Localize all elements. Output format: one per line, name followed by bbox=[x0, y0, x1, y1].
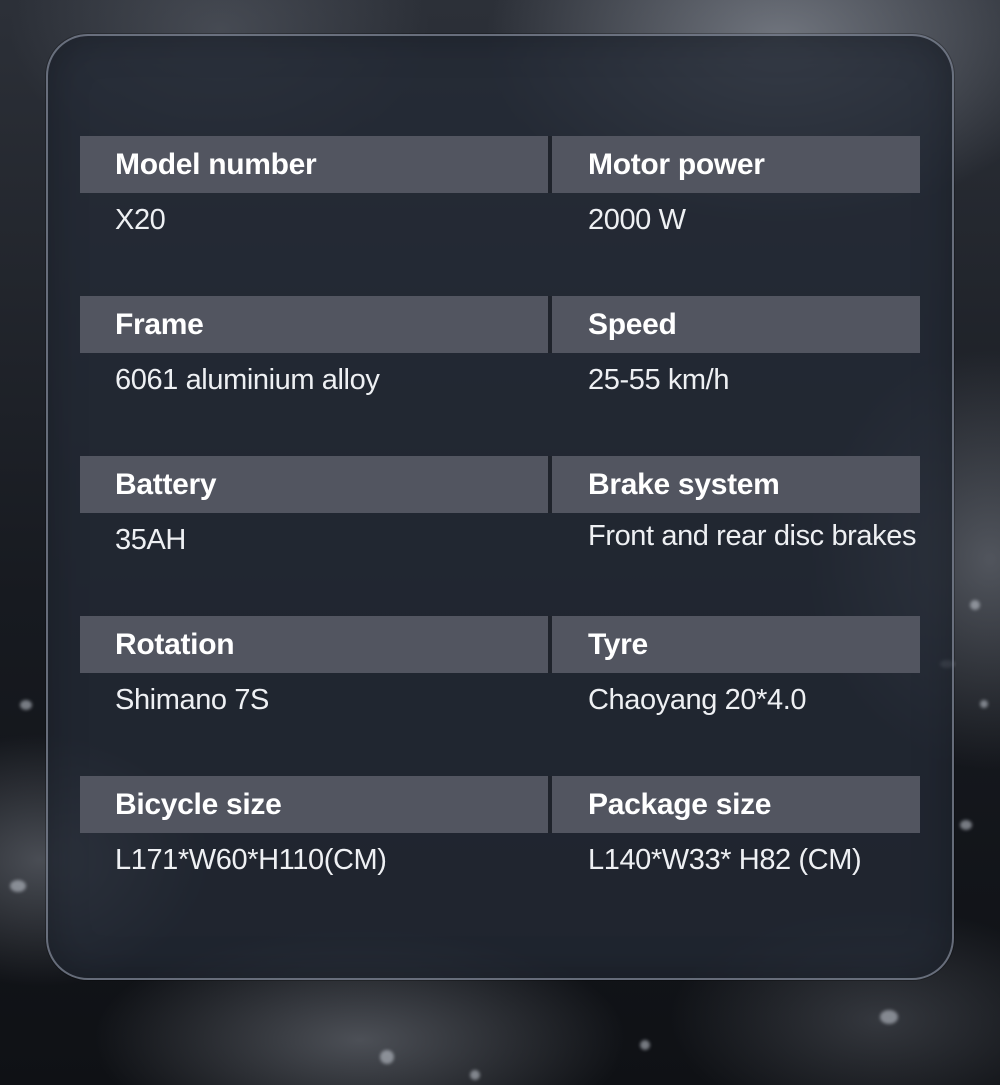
column-divider bbox=[548, 616, 552, 673]
spec-row: Rotation Tyre Shimano 7S Chaoyang 20*4.0 bbox=[80, 616, 920, 776]
spec-value-package-size: L140*W33* H82 (CM) bbox=[588, 844, 862, 876]
column-divider bbox=[548, 776, 552, 833]
spec-value-battery: 35AH bbox=[115, 524, 186, 556]
spec-row: Model number Motor power X20 2000 W bbox=[80, 136, 920, 296]
spec-label-brake-system: Brake system bbox=[588, 468, 780, 501]
spec-row: Bicycle size Package size L171*W60*H110(… bbox=[80, 776, 920, 936]
column-divider bbox=[548, 296, 552, 353]
spec-label-tyre: Tyre bbox=[588, 628, 648, 661]
spec-table: Model number Motor power X20 2000 W Fram… bbox=[80, 136, 920, 936]
spec-label-speed: Speed bbox=[588, 308, 677, 341]
column-divider bbox=[548, 136, 552, 193]
spec-value-brake-system: Front and rear disc brakes bbox=[588, 520, 917, 552]
spec-label-motor-power: Motor power bbox=[588, 148, 765, 181]
spec-value-bicycle-size: L171*W60*H110(CM) bbox=[115, 844, 387, 876]
spec-label-battery: Battery bbox=[115, 468, 217, 501]
spec-label-model-number: Model number bbox=[115, 148, 317, 181]
spec-value-rotation: Shimano 7S bbox=[115, 684, 269, 716]
header-bar bbox=[80, 296, 920, 353]
spec-label-rotation: Rotation bbox=[115, 628, 235, 661]
spec-value-model-number: X20 bbox=[115, 204, 166, 236]
spec-value-speed: 25-55 km/h bbox=[588, 364, 730, 396]
spec-row: Battery Brake system 35AH Front and rear… bbox=[80, 456, 920, 616]
spec-value-frame: 6061 aluminium alloy bbox=[115, 364, 380, 396]
spec-label-package-size: Package size bbox=[588, 788, 772, 821]
spec-row: Frame Speed 6061 aluminium alloy 25-55 k… bbox=[80, 296, 920, 456]
spec-label-bicycle-size: Bicycle size bbox=[115, 788, 282, 821]
column-divider bbox=[548, 456, 552, 513]
spec-value-tyre: Chaoyang 20*4.0 bbox=[588, 684, 807, 716]
spec-label-frame: Frame bbox=[115, 308, 204, 341]
spec-value-motor-power: 2000 W bbox=[588, 204, 686, 236]
